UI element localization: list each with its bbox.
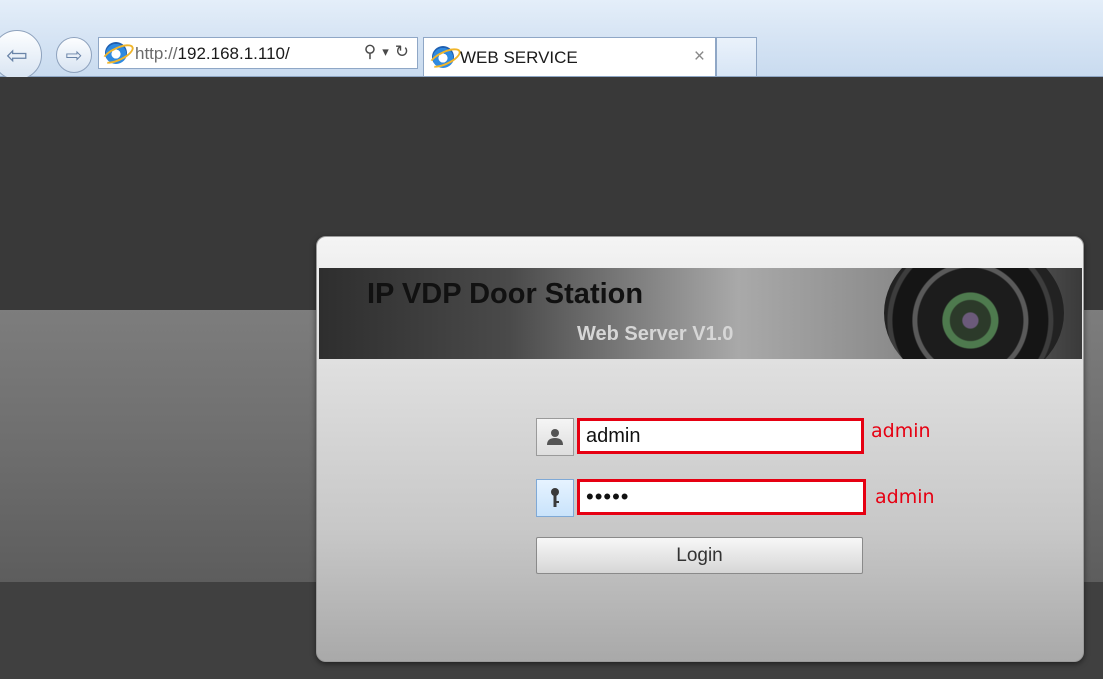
internet-explorer-icon xyxy=(432,46,454,68)
browser-toolbar: ⇦ ⇨ http://192.168.1.110/ ⚲ ▾ ↻ WEB SERV… xyxy=(0,0,1103,80)
username-input[interactable] xyxy=(577,418,864,454)
forward-arrow-icon: ⇨ xyxy=(65,44,83,67)
tab-title: WEB SERVICE xyxy=(460,48,578,67)
key-shape-icon xyxy=(551,488,559,507)
login-button[interactable]: Login xyxy=(536,537,863,574)
camera-lens-image xyxy=(884,268,1064,359)
tab-web-service[interactable]: WEB SERVICE × xyxy=(423,37,716,76)
refresh-icon[interactable]: ↻ xyxy=(395,42,409,62)
search-icon[interactable]: ⚲ xyxy=(364,42,376,62)
forward-button[interactable]: ⇨ xyxy=(56,37,92,73)
username-annotation: admin xyxy=(871,420,931,442)
password-input[interactable] xyxy=(577,479,866,515)
address-url[interactable]: http://192.168.1.110/ xyxy=(135,44,290,64)
password-annotation: admin xyxy=(875,486,935,508)
back-button[interactable]: ⇦ xyxy=(0,30,42,80)
address-tools: ⚲ ▾ ↻ xyxy=(364,42,409,62)
dropdown-icon[interactable]: ▾ xyxy=(382,44,389,60)
user-icon xyxy=(536,418,574,456)
new-tab-button[interactable] xyxy=(716,37,757,76)
address-bar[interactable]: http://192.168.1.110/ ⚲ ▾ ↻ xyxy=(98,37,418,69)
close-tab-icon[interactable]: × xyxy=(694,46,705,68)
login-banner: IP VDP Door Station Web Server V1.0 xyxy=(319,268,1082,359)
product-subtitle: Web Server V1.0 xyxy=(577,323,734,345)
back-arrow-icon: ⇦ xyxy=(6,39,28,70)
user-silhouette-icon xyxy=(547,429,563,445)
key-icon xyxy=(536,479,574,517)
product-title: IP VDP Door Station xyxy=(367,278,644,310)
internet-explorer-icon xyxy=(105,42,127,64)
